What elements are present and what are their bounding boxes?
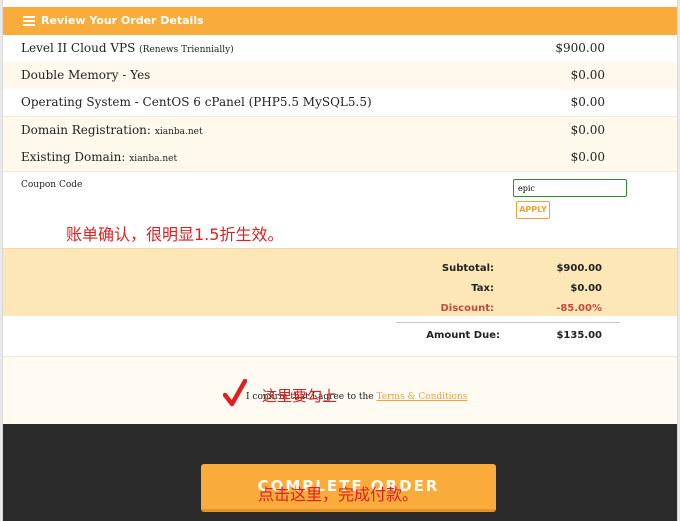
discount-label: Discount: xyxy=(440,303,495,314)
list-icon xyxy=(23,16,35,26)
order-review-panel: Review Your Order Details Level II Cloud… xyxy=(2,0,678,521)
item-description: Existing Domain: xyxy=(21,150,126,164)
order-header-title: Review Your Order Details xyxy=(41,14,204,27)
order-header: Review Your Order Details xyxy=(3,7,677,35)
apply-coupon-button[interactable]: APPLY xyxy=(516,201,550,219)
item-amount: $0.00 xyxy=(570,68,605,82)
subtotal-label: Subtotal: xyxy=(441,263,494,274)
order-item-row: Existing Domain: xianba.net $0.00 xyxy=(3,144,677,172)
item-description: Double Memory - Yes xyxy=(21,68,151,82)
red-checkmark-icon xyxy=(223,379,247,407)
order-item-row: Level II Cloud VPS (Renews Triennially) … xyxy=(3,35,677,63)
amount-due-value: $135.00 xyxy=(556,330,602,341)
amount-due-label: Amount Due: xyxy=(426,330,500,341)
item-amount: $0.00 xyxy=(570,123,605,137)
discount-value: -85.00% xyxy=(556,303,602,314)
coupon-input[interactable] xyxy=(513,179,627,197)
item-domain: xianba.net xyxy=(154,127,203,137)
check-annotation: 这里要勾上 xyxy=(262,387,338,405)
item-description: Domain Registration: xyxy=(21,123,151,137)
footer-section: COMPLETE ORDER 点击这里，完成付款。 xyxy=(3,424,677,521)
item-amount: $0.00 xyxy=(570,95,605,109)
totals-section: Subtotal: $900.00 Tax: $0.00 Discount: -… xyxy=(3,248,677,317)
coupon-section: Coupon Code APPLY 账单确认，很明显1.5折生效。 xyxy=(3,172,677,248)
pay-annotation: 点击这里，完成付款。 xyxy=(258,485,419,504)
order-item-row: Double Memory - Yes $0.00 xyxy=(3,62,677,90)
terms-link[interactable]: Terms & Conditions xyxy=(377,392,468,402)
totals-divider xyxy=(396,322,620,323)
item-amount: $900.00 xyxy=(555,41,605,55)
item-description: Operating System - CentOS 6 cPanel (PHP5… xyxy=(21,95,372,109)
item-domain: xianba.net xyxy=(129,154,178,164)
subtotal-value: $900.00 xyxy=(556,263,602,274)
amount-due-section: Amount Due: $135.00 xyxy=(3,316,677,356)
order-item-row: Domain Registration: xianba.net $0.00 xyxy=(3,117,677,145)
complete-order-button[interactable]: COMPLETE ORDER 点击这里，完成付款。 xyxy=(201,464,496,512)
coupon-label: Coupon Code xyxy=(21,180,83,190)
item-description: Level II Cloud VPS xyxy=(21,41,136,55)
order-item-row: Operating System - CentOS 6 cPanel (PHP5… xyxy=(3,89,677,117)
tax-label: Tax: xyxy=(471,283,494,294)
bill-annotation: 账单确认，很明显1.5折生效。 xyxy=(66,225,284,244)
item-amount: $0.00 xyxy=(570,150,605,164)
tax-value: $0.00 xyxy=(570,283,602,294)
item-billing-cycle: (Renews Triennially) xyxy=(139,45,234,55)
terms-section: I confirm that I agree to the Terms & Co… xyxy=(3,356,677,425)
